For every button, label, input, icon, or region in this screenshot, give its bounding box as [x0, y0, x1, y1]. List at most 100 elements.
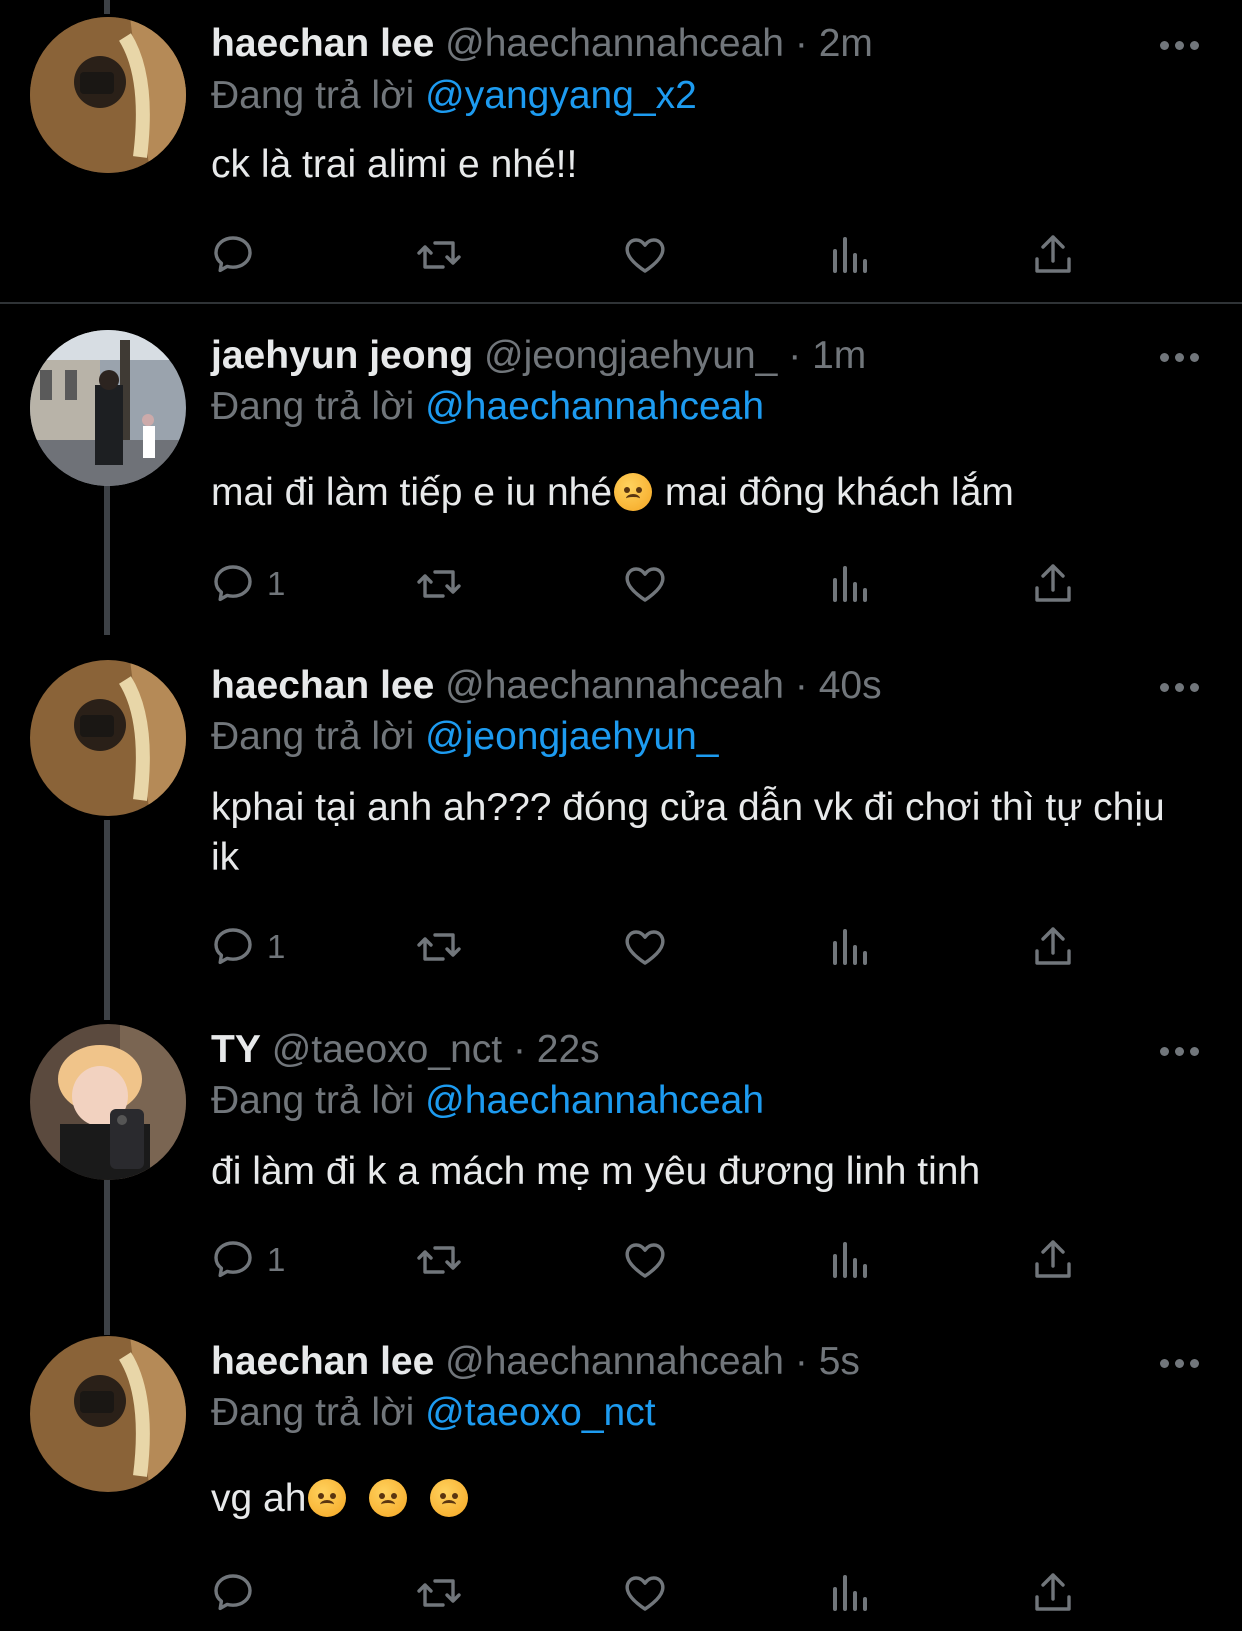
- analytics-button[interactable]: [825, 922, 873, 972]
- tweet[interactable]: TY @taeoxo_nct · 22s Đang trả lời @haech…: [0, 1002, 1242, 1332]
- retweet-button[interactable]: [415, 1235, 463, 1285]
- username[interactable]: @taeoxo_nct: [272, 1028, 502, 1071]
- reply-button[interactable]: 1: [209, 922, 285, 972]
- like-icon: [625, 238, 665, 273]
- avatar[interactable]: [30, 330, 186, 486]
- mention-link[interactable]: @haechannahceah: [425, 385, 764, 428]
- reply-count: 1: [267, 565, 286, 602]
- tweet-text: mai đi làm tiếp e iu nhé mai đông khách …: [211, 468, 1201, 518]
- like-icon: [625, 567, 665, 602]
- username[interactable]: @jeongjaehyun_: [484, 334, 777, 377]
- avatar[interactable]: [30, 1024, 186, 1180]
- username[interactable]: @haechannahceah: [445, 664, 784, 707]
- action-bar: 1: [211, 922, 1111, 972]
- separator-dot: ·: [794, 1340, 808, 1383]
- analytics-button[interactable]: [825, 1568, 873, 1618]
- reply-button[interactable]: [209, 230, 267, 280]
- display-name[interactable]: haechan lee: [211, 22, 434, 65]
- like-button[interactable]: [621, 559, 669, 609]
- timestamp[interactable]: 22s: [537, 1028, 600, 1071]
- display-name[interactable]: haechan lee: [211, 1340, 434, 1383]
- retweet-icon: [417, 1579, 461, 1607]
- tweet-text: đi làm đi k a mách mẹ m yêu đương linh t…: [211, 1150, 981, 1193]
- display-name[interactable]: haechan lee: [211, 664, 434, 707]
- analytics-icon: [833, 566, 867, 602]
- replying-to: Đang trả lời @haechannahceah: [211, 1077, 764, 1125]
- avatar[interactable]: [30, 1336, 186, 1492]
- retweet-button[interactable]: [415, 1568, 463, 1618]
- replying-to-label: Đang trả lời: [211, 1391, 415, 1434]
- avatar[interactable]: [30, 17, 186, 173]
- tweet[interactable]: haechan lee @haechannahceah · 2m Đang tr…: [0, 0, 1242, 300]
- display-name[interactable]: TY: [211, 1028, 261, 1071]
- separator-dot: ·: [794, 22, 808, 65]
- mention-link[interactable]: @yangyang_x2: [425, 74, 697, 117]
- display-name[interactable]: jaehyun jeong: [211, 334, 473, 377]
- share-button[interactable]: [1029, 922, 1077, 972]
- tweet-header: haechan lee @haechannahceah · 40s: [211, 662, 882, 710]
- timestamp[interactable]: 40s: [819, 664, 882, 707]
- analytics-icon: [833, 929, 867, 965]
- reply-button[interactable]: 1: [209, 559, 285, 609]
- tweet[interactable]: haechan lee @haechannahceah · 40s Đang t…: [0, 640, 1242, 1010]
- share-icon: [1035, 1240, 1071, 1278]
- disappointed-face-emoji: [614, 473, 653, 511]
- mention-link[interactable]: @taeoxo_nct: [425, 1391, 655, 1434]
- reply-icon: [214, 1241, 252, 1278]
- retweet-icon: [417, 1246, 461, 1274]
- tweet-text-part: vg ah: [211, 1477, 307, 1520]
- action-bar: 1: [211, 559, 1111, 609]
- replying-to: Đang trả lời @jeongjaehyun_: [211, 713, 719, 761]
- like-button[interactable]: [621, 1235, 669, 1285]
- share-button[interactable]: [1029, 230, 1077, 280]
- more-icon[interactable]: [1160, 683, 1200, 695]
- separator-dot: ·: [788, 334, 802, 377]
- analytics-button[interactable]: [825, 230, 873, 280]
- divider: [0, 302, 1242, 304]
- reply-button[interactable]: 1: [209, 1235, 285, 1285]
- like-button[interactable]: [621, 922, 669, 972]
- retweet-button[interactable]: [415, 230, 463, 280]
- retweet-button[interactable]: [415, 922, 463, 972]
- analytics-icon: [833, 1575, 867, 1611]
- tweet-text: vg ah: [211, 1474, 1201, 1524]
- more-icon[interactable]: [1160, 353, 1200, 365]
- retweet-icon: [417, 241, 461, 269]
- action-bar: [211, 230, 1111, 280]
- tweet-header: jaehyun jeong @jeongjaehyun_ · 1m: [211, 332, 866, 380]
- reply-icon: [214, 565, 252, 602]
- like-icon: [625, 1243, 665, 1278]
- share-button[interactable]: [1029, 1568, 1077, 1618]
- tweet[interactable]: jaehyun jeong @jeongjaehyun_ · 1m Đang t…: [0, 310, 1242, 640]
- reply-icon: [214, 1574, 252, 1611]
- share-icon: [1035, 1573, 1071, 1611]
- username[interactable]: @haechannahceah: [445, 22, 784, 65]
- retweet-icon: [417, 933, 461, 961]
- retweet-button[interactable]: [415, 559, 463, 609]
- like-icon: [625, 1576, 665, 1611]
- separator-dot: ·: [794, 664, 808, 707]
- timestamp[interactable]: 2m: [819, 22, 873, 65]
- share-icon: [1035, 235, 1071, 273]
- tweet[interactable]: haechan lee @haechannahceah · 5s Đang tr…: [0, 1314, 1242, 1631]
- timestamp[interactable]: 5s: [819, 1340, 860, 1383]
- share-button[interactable]: [1029, 1235, 1077, 1285]
- timestamp[interactable]: 1m: [812, 334, 866, 377]
- like-button[interactable]: [621, 230, 669, 280]
- more-icon[interactable]: [1160, 41, 1200, 53]
- share-button[interactable]: [1029, 559, 1077, 609]
- more-icon[interactable]: [1160, 1359, 1200, 1371]
- analytics-button[interactable]: [825, 559, 873, 609]
- username[interactable]: @haechannahceah: [445, 1340, 784, 1383]
- like-button[interactable]: [621, 1568, 669, 1618]
- replying-to-label: Đang trả lời: [211, 715, 415, 758]
- reply-button[interactable]: [209, 1568, 267, 1618]
- analytics-icon: [833, 237, 867, 273]
- mention-link[interactable]: @haechannahceah: [425, 1079, 764, 1122]
- avatar[interactable]: [30, 660, 186, 816]
- analytics-button[interactable]: [825, 1235, 873, 1285]
- more-icon[interactable]: [1160, 1047, 1200, 1059]
- reply-count: 1: [267, 1241, 286, 1278]
- replying-to-label: Đang trả lời: [211, 74, 415, 117]
- mention-link[interactable]: @jeongjaehyun_: [425, 715, 718, 758]
